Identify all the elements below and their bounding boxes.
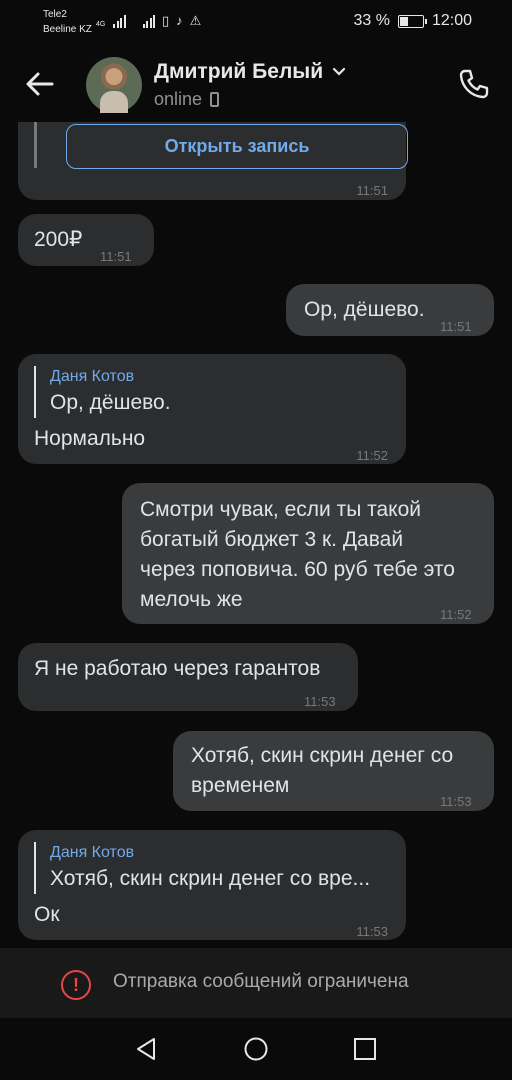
restricted-text: Отправка сообщений ограничена xyxy=(113,971,409,992)
nav-recents-button[interactable] xyxy=(351,1035,379,1063)
message-line: временем xyxy=(191,774,290,797)
open-post-button[interactable]: Открыть запись xyxy=(66,124,408,169)
message-bubble: Хотяб, скин скрин денег со временем 11:5… xyxy=(173,731,494,811)
message-line: через поповича. 60 руб тебе это xyxy=(140,558,455,581)
tiktok-icon: ♪ xyxy=(176,13,183,28)
avatar[interactable] xyxy=(86,57,142,113)
message-bubble: Ор, дёшево. 11:51 xyxy=(286,284,494,336)
reply-author: Даня Котов xyxy=(50,844,135,861)
reply-text: Ор, дёшево. xyxy=(50,391,171,414)
reply-quote[interactable]: Даня Котов Ор, дёшево. xyxy=(34,366,171,418)
message-time: 11:53 xyxy=(440,794,472,809)
reply-quote[interactable]: Даня Котов Хотяб, скин скрин денег со вр… xyxy=(34,842,370,894)
system-nav-bar xyxy=(0,1018,512,1080)
nav-back-button[interactable] xyxy=(132,1035,160,1063)
message-text: Смотри чувак, если ты такой богатый бюдж… xyxy=(140,495,455,615)
chat-header: Дмитрий Белый online xyxy=(0,44,512,122)
message-line: Хотяб, скин скрин денег со xyxy=(191,744,454,767)
mobile-icon xyxy=(210,92,220,107)
message-line: мелочь же xyxy=(140,588,243,611)
message-text: Хотяб, скин скрин денег со временем xyxy=(191,741,453,801)
nav-back-icon xyxy=(137,1038,155,1060)
status-icons: 4G ▯ ♪ ⚠ xyxy=(96,12,201,28)
contact-status: online xyxy=(154,89,203,109)
message-text: Ок xyxy=(34,903,60,926)
message-bubble: Даня Котов Хотяб, скин скрин денег со вр… xyxy=(18,830,406,940)
message-time: 11:53 xyxy=(356,924,388,939)
message-bubble: Смотри чувак, если ты такой богатый бюдж… xyxy=(122,483,494,624)
message-text: Ор, дёшево. xyxy=(304,298,425,321)
battery-fill xyxy=(399,16,408,26)
message-text: Я не работаю через гарантов xyxy=(34,657,321,680)
message-text: 200₽ xyxy=(34,228,83,251)
status-bar: Tele2 Beeline KZ 4G ▯ ♪ ⚠ 33 % 12:00 xyxy=(0,0,512,44)
back-button[interactable] xyxy=(22,66,58,102)
network-type: 4G xyxy=(96,21,106,28)
phone-icon xyxy=(459,69,489,99)
message-line: Смотри чувак, если ты такой xyxy=(140,498,422,521)
contact-name-row[interactable]: Дмитрий Белый xyxy=(154,60,347,84)
chat-area[interactable]: Открыть запись 11:51 200₽ 11:51 Ор, дёше… xyxy=(0,122,512,948)
message-bubble: 200₽ 11:51 xyxy=(18,214,154,266)
clock: 12:00 xyxy=(431,12,472,29)
chevron-down-icon xyxy=(333,67,346,76)
message-bubble: Я не работаю через гарантов 11:53 xyxy=(18,643,358,711)
message-time: 11:51 xyxy=(100,249,132,264)
post-quote-bar xyxy=(34,122,37,168)
carrier-2: Beeline KZ xyxy=(43,24,92,35)
message-line: богатый бюджет 3 к. Давай xyxy=(140,528,404,551)
contact-name: Дмитрий Белый xyxy=(154,60,324,83)
nav-home-button[interactable] xyxy=(242,1035,270,1063)
contact-status-row: online xyxy=(154,89,220,110)
battery-percent: 33 % xyxy=(353,12,390,29)
nav-home-icon xyxy=(244,1037,268,1061)
message-bubble: Открыть запись 11:51 xyxy=(18,122,408,200)
carrier-info: Tele2 Beeline KZ xyxy=(43,7,92,37)
message-time: 11:52 xyxy=(356,448,388,463)
warning-icon: ! xyxy=(61,970,91,1000)
call-button[interactable] xyxy=(456,66,492,102)
warning-triangle-icon: ⚠ xyxy=(189,13,202,28)
message-bubble: Даня Котов Ор, дёшево. Нормально 11:52 xyxy=(18,354,406,464)
messaging-restricted-bar: ! Отправка сообщений ограничена xyxy=(0,948,512,1018)
signal-icon-1 xyxy=(113,14,126,28)
signal-icon-2 xyxy=(142,14,155,28)
reply-text: Хотяб, скин скрин денег со вре... xyxy=(50,867,371,890)
message-time: 11:51 xyxy=(440,319,472,334)
battery-saver-icon: ▯ xyxy=(162,13,170,28)
message-time: 11:53 xyxy=(304,694,336,709)
battery-icon xyxy=(397,14,427,28)
back-arrow-icon xyxy=(26,72,54,96)
status-right: 33 % 12:00 xyxy=(353,12,472,30)
message-time: 11:51 xyxy=(356,183,388,198)
message-time: 11:52 xyxy=(440,607,472,622)
reply-author: Даня Котов xyxy=(50,368,135,385)
carrier-1: Tele2 xyxy=(43,9,67,20)
nav-recents-icon xyxy=(354,1038,376,1060)
message-text: Нормально xyxy=(34,427,146,450)
